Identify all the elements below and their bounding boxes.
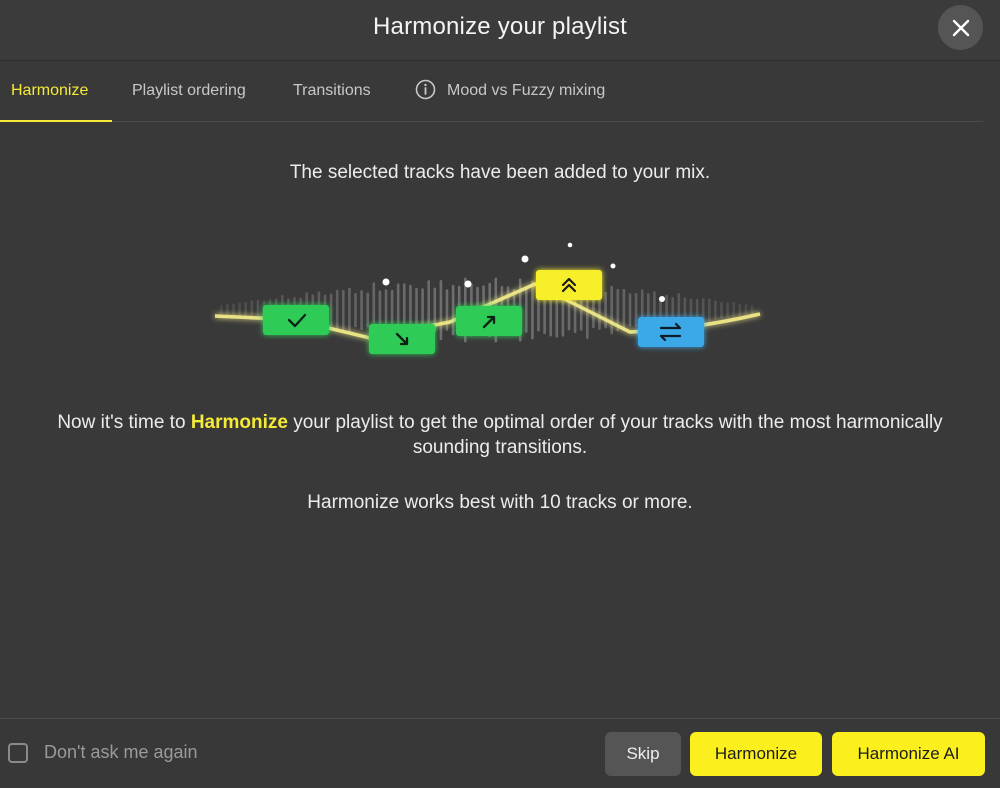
tab-content: The selected tracks have been added to y… bbox=[0, 122, 1000, 718]
harmonize-ai-button[interactable]: Harmonize AI bbox=[832, 732, 985, 776]
skip-button[interactable]: Skip bbox=[605, 732, 681, 776]
close-icon bbox=[952, 19, 969, 36]
tab-transitions[interactable]: Transitions bbox=[293, 61, 371, 121]
track-node-4 bbox=[536, 270, 602, 300]
track-node-5 bbox=[638, 317, 704, 347]
dialog-footer: Don't ask me again Skip Harmonize Harmon… bbox=[0, 718, 1000, 788]
tab-mood-vs-fuzzy-mixing[interactable]: Mood vs Fuzzy mixing bbox=[415, 61, 605, 121]
harmonize-illustration bbox=[214, 242, 761, 354]
harmonize-description: Now it's time to Harmonize your playlist… bbox=[40, 410, 960, 460]
track-node-1 bbox=[263, 305, 329, 335]
dialog-header: Harmonize your playlist bbox=[0, 0, 1000, 61]
track-node-3 bbox=[456, 306, 522, 336]
dont-ask-again-toggle[interactable]: Don't ask me again bbox=[8, 742, 198, 763]
desc-text-start: Now it's time to bbox=[57, 412, 191, 433]
tab-playlist-ordering[interactable]: Playlist ordering bbox=[132, 61, 246, 121]
tip-text: Harmonize works best with 10 tracks or m… bbox=[307, 492, 693, 513]
tab-label: Mood vs Fuzzy mixing bbox=[447, 82, 606, 99]
tab-harmonize[interactable]: Harmonize bbox=[11, 61, 88, 121]
desc-text-end: your playlist to get the optimal order o… bbox=[287, 412, 943, 458]
close-button[interactable] bbox=[938, 5, 983, 50]
harmonize-button[interactable]: Harmonize bbox=[690, 732, 822, 776]
checkbox-label: Don't ask me again bbox=[44, 742, 198, 762]
dont-ask-again-checkbox[interactable] bbox=[8, 742, 28, 763]
harmonize-dialog: Harmonize your playlist Harmonize Playli… bbox=[0, 0, 1000, 788]
info-icon bbox=[415, 79, 436, 100]
dialog-title: Harmonize your playlist bbox=[372, 13, 628, 40]
desc-highlight: Harmonize bbox=[190, 412, 288, 433]
tab-bar: Harmonize Playlist ordering Transitions … bbox=[0, 61, 983, 122]
lead-text: The selected tracks have been added to y… bbox=[289, 162, 711, 183]
track-node-2 bbox=[369, 324, 435, 354]
